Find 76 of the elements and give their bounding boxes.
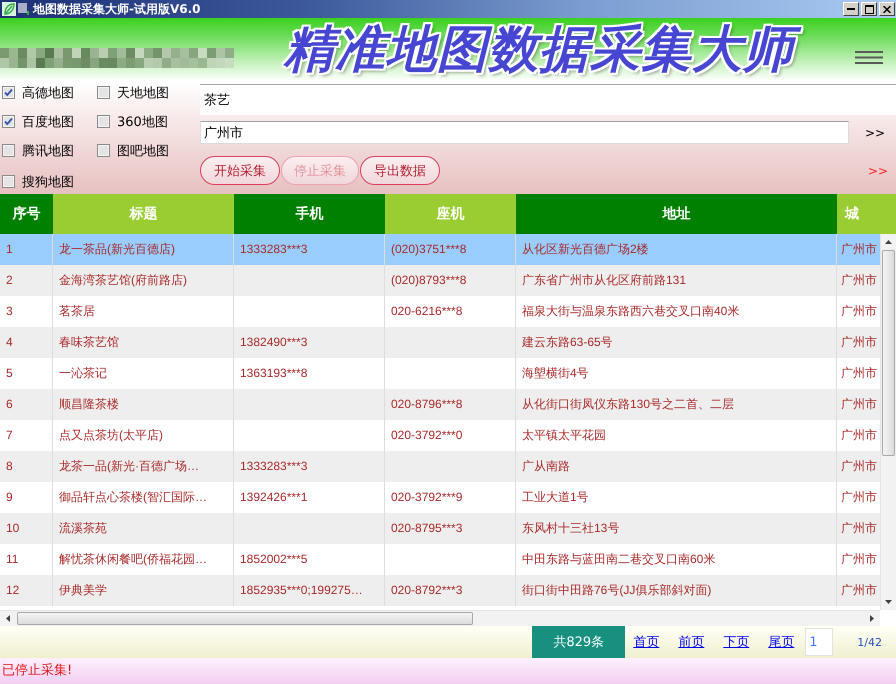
leaf-icon [2,2,16,16]
minimize-icon [847,8,855,10]
page-field[interactable]: 1 [805,628,834,656]
table-row[interactable]: 6 顺昌隆茶楼 020-8796***8 从化街口街凤仪东路130号之二首、二层 广州市 [0,389,880,420]
action-button[interactable]: 导出数据 [360,156,440,185]
table-cell: 12 [0,575,53,606]
column-header: 标题 [53,194,234,234]
page-link[interactable]: 前页 [678,633,704,651]
checkbox-label[interactable]: 搜狗地图 [22,172,74,190]
page-link[interactable]: 首页 [633,633,660,651]
down-arrow-icon[interactable] [885,600,892,604]
maximize-button[interactable] [861,2,877,16]
close-icon [883,6,891,12]
checkbox-label[interactable]: 腾讯地图 [22,142,74,160]
checkbox-label[interactable]: 图吧地图 [117,142,169,160]
total-count: 共829条 [532,626,626,658]
window-title: 地图数据采集大师-试用版V6.0 [33,0,201,18]
maximize-icon [864,4,874,14]
table-cell-text: 广州市 [840,458,878,475]
table-cell-text: 广州市 [840,303,878,320]
checkbox-label[interactable]: 百度地图 [22,112,74,130]
table-cell-text: 广州市 [840,272,878,289]
table-row[interactable]: 8 龙茶一品(新光·百德广场… 1333283***3 广从南路 广州市 [0,451,880,482]
column-header: 座机 [385,194,516,234]
menu-icon[interactable] [855,51,883,64]
city-field[interactable]: 广州市 [200,121,849,144]
close-button[interactable] [879,2,895,16]
page-link[interactable]: 下页 [723,633,750,651]
column-header: 手机 [234,194,385,234]
table-cell-text: 广州市 [840,365,878,382]
up-arrow-icon[interactable] [885,240,892,244]
expand-button[interactable]: >> [863,126,888,140]
vertical-scrollbar[interactable] [880,234,896,610]
left-arrow-icon[interactable] [6,615,10,622]
table-cell: 街口街中田路76号(JJ俱乐部斜对面) [516,575,837,606]
scrollbar-thumb[interactable] [882,250,895,456]
checkbox[interactable] [97,115,110,128]
square-icon [18,3,29,15]
column-header: 地址 [516,194,837,234]
table-cell-text: 广州市 [840,582,878,599]
keyword-field[interactable]: 茶艺 [200,84,896,115]
table-cell-text: 广州市 [840,334,878,351]
horizontal-scrollbar[interactable] [0,610,880,626]
table-cell-text: 广州市 [840,551,878,568]
right-arrow-icon[interactable] [870,615,874,622]
table-cell-text: 广州市 [840,241,878,258]
column-header: 城 [837,194,896,234]
action-button[interactable]: 开始采集 [200,156,280,185]
status-text: 已停止采集! [2,662,72,679]
table-cell: 伊典美学 [53,575,234,606]
banner-title: 精准地图数据采集大师 [278,18,804,80]
checkbox[interactable] [2,144,15,157]
checkbox-label[interactable]: 360地图 [117,112,168,130]
table-cell: 1852935***0;199275… [234,575,385,606]
table-cell: 020-8792***3 [385,575,516,606]
checkbox[interactable] [97,144,110,157]
table-row[interactable]: 2 金海湾茶艺馆(府前路店) (020)8793***8 广东省广州市从化区府前路131 广州市 [0,265,880,296]
minimize-button[interactable] [843,2,859,16]
table-row[interactable]: 4 春味茶艺馆 1382490***3 建云东路63-65号 广州市 [0,327,880,358]
table-cell-text: 广州市 [840,489,878,506]
page-count: 1/42 [857,636,882,648]
checkbox[interactable] [2,115,15,128]
checkbox[interactable] [2,86,15,99]
checkbox[interactable] [97,86,110,99]
scrollbar-thumb[interactable] [17,612,473,625]
checkbox-label[interactable]: 天地地图 [117,84,169,102]
page-link[interactable]: 尾页 [768,633,794,651]
table-row[interactable]: 1 龙一茶品(新光百德店) 1333283***3 (020)3751***8 从化区新光百德广场2楼 广州市 [0,234,880,265]
checkbox[interactable] [2,175,15,188]
checkbox-label[interactable]: 高德地图 [22,84,74,102]
table-row[interactable]: 10 流溪茶苑 020-8795***3 东风村十三社13号 广州市 [0,513,880,544]
table-cell-text: 广州市 [840,396,878,413]
table-cell-text: 广州市 [840,520,878,537]
table-row[interactable]: 12 伊典美学 1852935***0;199275… 020-8792***3 街口街中田路76号(JJ俱乐部斜对面) 广州市 [0,575,880,606]
table-cell-text: 广州市 [840,427,878,444]
column-header: 序号 [0,194,53,234]
